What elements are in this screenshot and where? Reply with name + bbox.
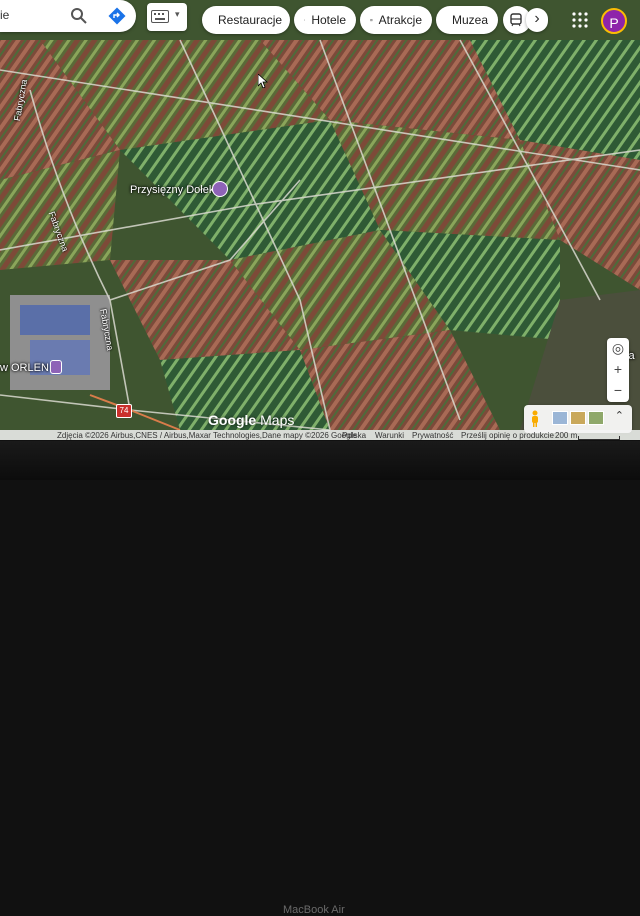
privacy-link[interactable]: Prywatność — [412, 431, 453, 440]
zoom-in-button[interactable]: + — [607, 359, 629, 380]
category-label: Muzea — [452, 13, 488, 27]
category-museums[interactable]: Muzea — [436, 6, 498, 34]
category-label: Hotele — [311, 13, 346, 27]
category-label: Restauracje — [218, 13, 282, 27]
chevron-up-icon[interactable]: ⌃ — [615, 409, 624, 422]
route-shield: 74 — [116, 404, 132, 418]
dropdown-icon[interactable]: ▾ — [175, 9, 180, 20]
orlen-label[interactable]: w ORLEN — [0, 362, 49, 374]
country-link[interactable]: Polska — [342, 431, 366, 440]
search-text[interactable]: ie — [0, 8, 9, 22]
scale-bar — [578, 436, 620, 440]
transit-icon — [509, 13, 523, 27]
laptop-bezel: MacBook Air — [0, 441, 640, 480]
category-restaurants[interactable]: Restauracje — [202, 6, 290, 34]
terms-link[interactable]: Warunki — [375, 431, 404, 440]
google-maps-logo: Google Maps — [208, 412, 294, 428]
satellite-map[interactable] — [0, 0, 640, 440]
poi-marker-icon[interactable] — [212, 181, 228, 197]
directions-icon[interactable] — [108, 7, 126, 25]
map-controls: ◎ + − — [607, 338, 629, 402]
camera-icon — [370, 13, 373, 27]
attribution-text: Zdjęcia ©2026 Airbus,CNES / Airbus,Maxar… — [57, 431, 357, 440]
map-screen: ie ▾ Restauracje Hotele Atrakcje Muzea ›… — [0, 0, 640, 440]
search-box[interactable]: ie — [0, 0, 136, 32]
avatar[interactable]: P — [601, 8, 627, 34]
zoom-out-button[interactable]: − — [607, 380, 629, 401]
laptop-brand-label: MacBook Air — [283, 904, 345, 916]
attribution-bar: Zdjęcia ©2026 Airbus,CNES / Airbus,Maxar… — [0, 430, 640, 440]
category-attractions[interactable]: Atrakcje — [360, 6, 432, 34]
scale-label[interactable]: 200 m — [555, 431, 577, 440]
keyboard-toggle-button[interactable]: ▾ — [147, 3, 187, 31]
category-hotels[interactable]: Hotele — [294, 6, 356, 34]
category-label: Atrakcje — [379, 13, 422, 27]
bed-icon — [304, 13, 305, 27]
layer-thumb-traffic[interactable] — [588, 411, 604, 425]
layer-thumb-terrain[interactable] — [570, 411, 586, 425]
pegman-icon[interactable] — [530, 410, 540, 428]
poi-label[interactable]: Przysięzny Dołek — [130, 184, 214, 196]
search-icon[interactable] — [70, 7, 88, 25]
layer-thumb-default[interactable] — [552, 411, 568, 425]
feedback-link[interactable]: Prześlij opinię o produkcie — [461, 431, 554, 440]
mouse-cursor-icon — [258, 74, 268, 88]
layers-panel[interactable]: ⌃ — [524, 405, 632, 433]
my-location-icon[interactable]: ◎ — [607, 338, 629, 359]
chevron-right-icon[interactable]: › — [526, 8, 548, 32]
fuel-station-icon[interactable] — [50, 360, 62, 374]
apps-grid-icon[interactable] — [572, 12, 588, 28]
keyboard-icon — [151, 10, 169, 23]
